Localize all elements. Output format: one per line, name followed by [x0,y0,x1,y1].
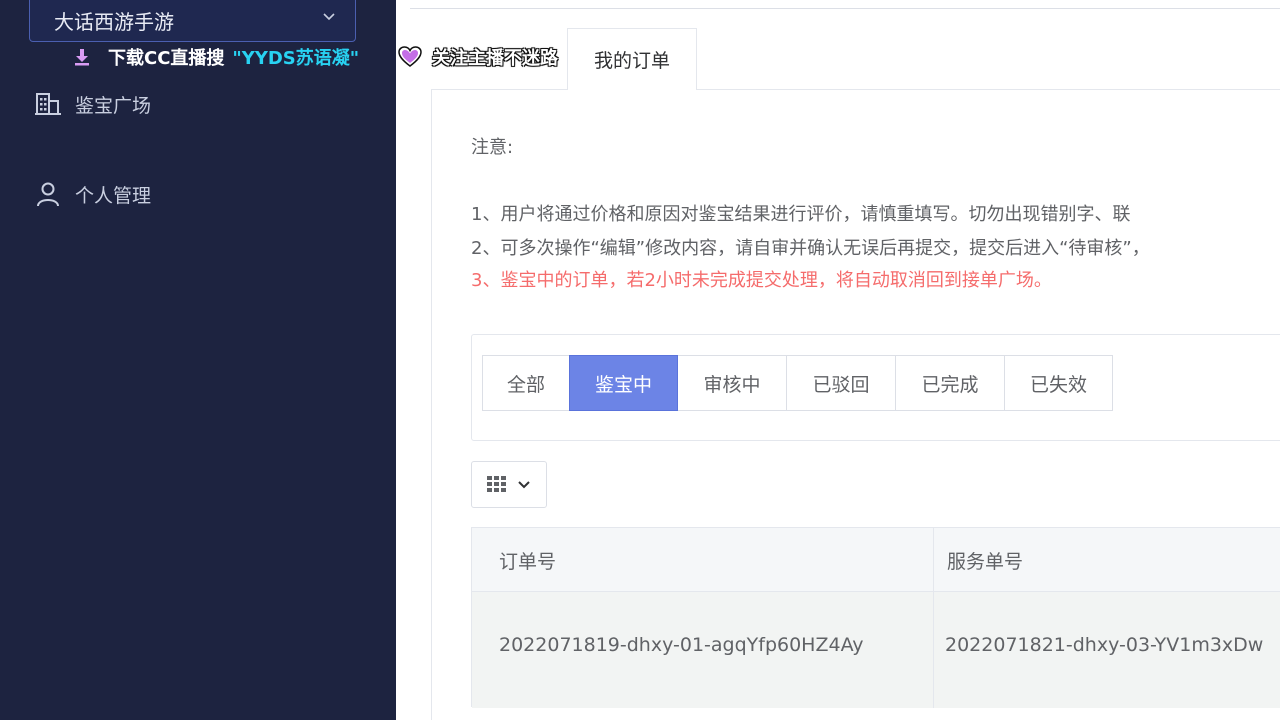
filter-completed-button[interactable]: 已完成 [895,355,1005,411]
filter-all-button[interactable]: 全部 [482,355,570,411]
chevron-down-icon [518,480,530,488]
table-row[interactable]: 2022071819-dhxy-01-agqYfp60HZ4Ay 2022071… [472,592,1280,708]
building-icon [34,90,62,118]
tab-label: 我的订单 [593,50,670,72]
column-header-service-no: 服务单号 [947,551,1024,573]
column-header-order-no: 订单号 [499,551,557,573]
column-divider [933,528,934,708]
notice-title: 注意: [471,137,514,158]
notice-line-1: 1、用户将通过价格和原因对鉴宝结果进行评价，请慎重填写。切勿出现错别字、联 [471,204,1131,225]
sidebar: 大话西游手游 下载CC直播搜 "YYDS苏语凝" 鉴宝广场 个人管理 [0,0,396,720]
follow-text: 关注主播不迷路 [432,48,558,69]
grid-icon [487,475,506,492]
download-banner: 下载CC直播搜 "YYDS苏语凝" [74,44,359,70]
user-icon [34,180,62,208]
filter-reviewing-button[interactable]: 审核中 [677,355,787,411]
status-filter-group: 全部 鉴宝中 审核中 已驳回 已完成 已失效 [482,355,1113,411]
notice-line-3-warning: 3、鉴宝中的订单，若2小时未完成提交处理，将自动取消回到接单广场。 [471,270,1052,291]
column-toggle-button[interactable] [471,461,547,508]
chevron-down-icon [323,13,335,21]
game-select[interactable]: 大话西游手游 [29,0,356,42]
streamer-name: "YYDS苏语凝" [232,48,360,69]
top-divider [410,8,1280,9]
notice-line-2: 2、可多次操作“编辑”修改内容，请自审并确认无误后再提交，提交后进入“待审核”， [471,238,1150,259]
sidebar-item-label: 鉴宝广场 [75,94,152,117]
filter-appraising-button[interactable]: 鉴宝中 [569,355,678,411]
download-text: 下载CC直播搜 [108,48,225,69]
sidebar-item-personal[interactable]: 个人管理 [34,180,151,208]
game-select-value: 大话西游手游 [54,9,174,34]
sidebar-item-appraisal-plaza[interactable]: 鉴宝广场 [34,90,151,118]
filter-expired-button[interactable]: 已失效 [1004,355,1113,411]
cell-order-no: 2022071819-dhxy-01-agqYfp60HZ4Ay [499,634,864,656]
heart-icon [398,46,422,67]
follow-banner: 关注主播不迷路 [398,44,558,70]
table-header: 订单号 服务单号 [472,528,1280,592]
cell-service-no: 2022071821-dhxy-03-YV1m3xDw [945,634,1264,656]
download-icon [74,46,94,68]
orders-table: 订单号 服务单号 2022071819-dhxy-01-agqYfp60HZ4A… [471,527,1280,708]
tab-my-orders[interactable]: 我的订单 [567,28,697,90]
filter-rejected-button[interactable]: 已驳回 [786,355,896,411]
sidebar-item-label: 个人管理 [75,184,152,207]
